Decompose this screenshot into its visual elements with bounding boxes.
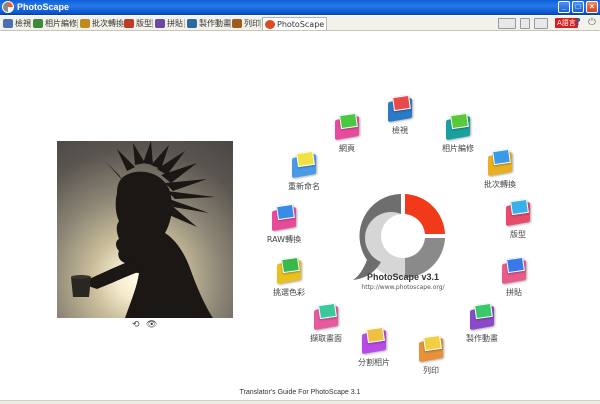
help-icon[interactable]: ? [575, 17, 581, 28]
view-icon[interactable]: 👁 [146, 320, 157, 330]
maximize-button[interactable]: □ [572, 1, 584, 13]
window-title: PhotoScape [17, 2, 70, 12]
menu-label: 批次轉換 [484, 180, 516, 189]
menu-editor[interactable]: 相片編修 [426, 112, 490, 154]
minimize-button[interactable]: _ [558, 1, 570, 13]
gif-icon [468, 302, 496, 332]
gif-icon [187, 19, 197, 28]
window-mode-icon[interactable] [534, 18, 548, 29]
tab-label: PhotoScape [277, 19, 325, 29]
batch-icon [80, 19, 90, 28]
print-icon [232, 19, 242, 28]
menu-rename[interactable]: 重新命名 [272, 150, 336, 192]
app-version-title: PhotoScape v3.1 [366, 272, 440, 282]
tab-label: 版型 [136, 19, 152, 28]
tab-divider [152, 19, 153, 28]
web-icon [333, 112, 361, 142]
menu-page[interactable]: 版型 [486, 198, 550, 240]
editor-icon [33, 19, 43, 28]
tab-combine[interactable]: 拼貼 [155, 17, 183, 30]
editor-icon [444, 112, 472, 142]
close-button[interactable]: × [586, 1, 598, 13]
tab-print[interactable]: 列印 [232, 17, 260, 30]
raw-converter-icon [270, 203, 298, 233]
screen-capture-icon [312, 302, 340, 332]
menu-batch[interactable]: 批次轉換 [468, 148, 532, 190]
tab-bar: 檢視 相片編修 批次轉換 版型 拼貼 製作動畫 列印 PhotoScape [0, 16, 600, 31]
tab-label: 拼貼 [167, 19, 183, 28]
menu-raw-converter[interactable]: RAW轉換 [252, 203, 316, 245]
tab-gif[interactable]: 製作動畫 [187, 17, 231, 30]
combine-icon [155, 19, 165, 28]
home-icon [265, 19, 275, 29]
tab-divider [121, 19, 122, 28]
batch-icon [486, 148, 514, 178]
rotate-icon[interactable]: ⟲ [132, 320, 140, 330]
menu-label: 重新命名 [288, 182, 320, 191]
layout-toggle-icon[interactable] [498, 18, 516, 29]
menu-label: 分割相片 [358, 358, 390, 367]
menu-color-picker[interactable]: 挑選色彩 [257, 256, 321, 298]
print-icon [417, 334, 445, 364]
tab-batch[interactable]: 批次轉換 [80, 17, 124, 30]
menu-screen-capture[interactable]: 擷取畫面 [294, 302, 358, 344]
tab-photoscape[interactable]: PhotoScape [262, 17, 328, 30]
menu-label: 拼貼 [506, 288, 522, 297]
tab-label: 相片編修 [45, 19, 77, 28]
app-logo-icon [2, 1, 14, 13]
tab-divider [260, 19, 261, 28]
menu-label: 列印 [423, 366, 439, 375]
silhouette-image [71, 141, 215, 318]
tab-divider [184, 19, 185, 28]
tab-label: 列印 [244, 19, 260, 28]
menu-label: 網頁 [339, 144, 355, 153]
menu-web[interactable]: 網頁 [315, 112, 379, 154]
tab-editor[interactable]: 相片編修 [33, 17, 77, 30]
status-bar [0, 400, 600, 404]
menu-label: 挑選色彩 [273, 288, 305, 297]
title-bar: PhotoScape _ □ × [0, 0, 600, 15]
combine-icon [500, 256, 528, 286]
splitter-icon [360, 326, 388, 356]
preview-photo [57, 141, 233, 318]
tab-viewer[interactable]: 檢視 [3, 17, 31, 30]
tab-page[interactable]: 版型 [124, 17, 152, 30]
menu-label: 擷取畫面 [310, 334, 342, 343]
tab-label: 檢視 [15, 19, 31, 28]
menu-label: 版型 [510, 230, 526, 239]
page-icon [504, 198, 532, 228]
viewer-icon [386, 94, 414, 124]
photoscape-logo-icon [353, 190, 449, 280]
tab-divider [230, 19, 231, 28]
menu-label: RAW轉換 [266, 235, 302, 244]
tab-label: 製作動畫 [199, 19, 231, 28]
footer-text: Translator's Guide For PhotoScape 3.1 [239, 389, 361, 396]
fullscreen-icon[interactable] [520, 18, 530, 29]
rename-icon [290, 150, 318, 180]
viewer-icon [3, 19, 13, 28]
tab-label: 批次轉換 [92, 19, 124, 28]
menu-combine[interactable]: 拼貼 [482, 256, 546, 298]
color-picker-icon [275, 256, 303, 286]
website-link[interactable]: http://www.photoscape.org/ [340, 284, 466, 291]
exit-icon[interactable]: ⏻ [588, 17, 596, 28]
tab-divider [30, 19, 31, 28]
page-icon [124, 19, 134, 28]
menu-print[interactable]: 列印 [399, 334, 463, 376]
tab-divider [77, 19, 78, 28]
